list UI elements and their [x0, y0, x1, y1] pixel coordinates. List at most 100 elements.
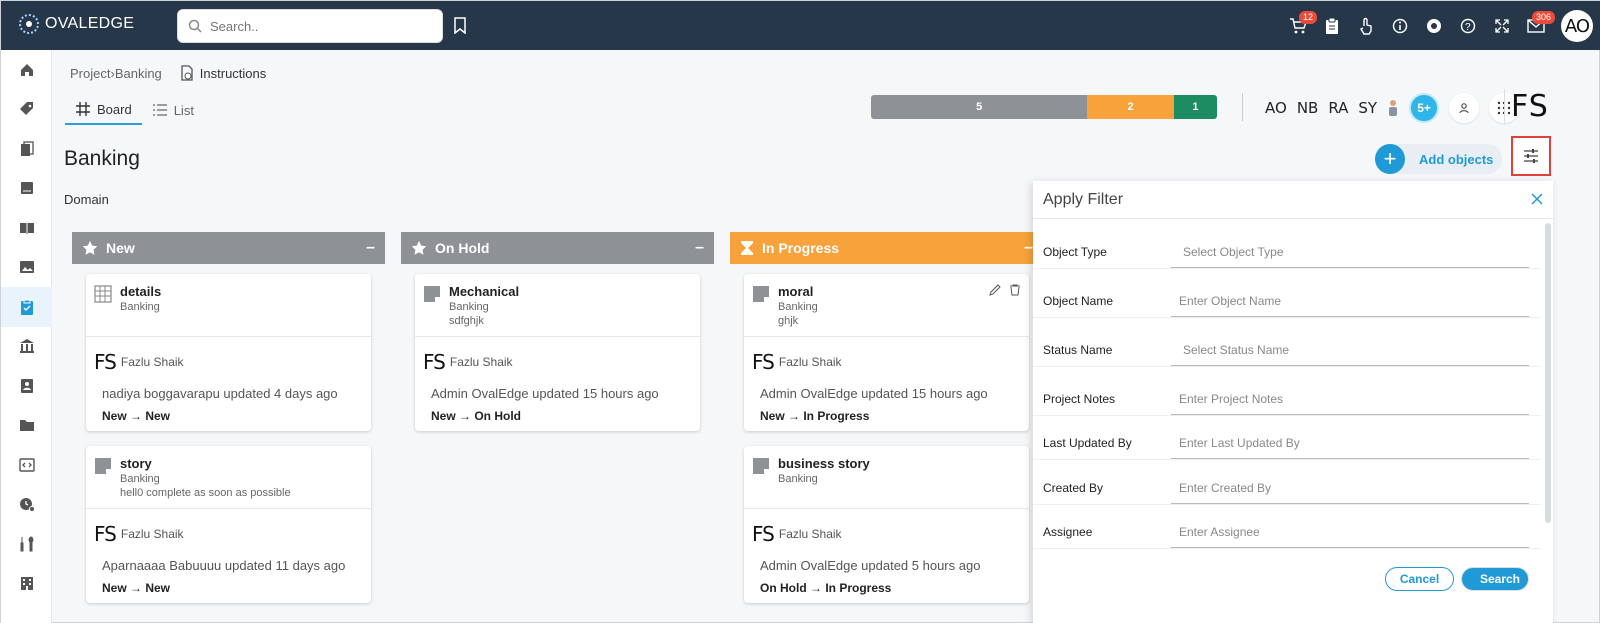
progress-segment-done[interactable]: 1	[1173, 95, 1217, 119]
global-search[interactable]	[177, 9, 443, 43]
instructions-link[interactable]: Instructions	[180, 65, 266, 81]
person-icon[interactable]	[1387, 99, 1399, 117]
tag-icon	[19, 102, 33, 116]
column-header: In Progress –	[730, 232, 1043, 264]
sidebar-item-users[interactable]	[1, 366, 52, 406]
card-title[interactable]: business story	[778, 456, 1029, 471]
chrome-button[interactable]	[1417, 9, 1451, 43]
sidebar-item-files[interactable]	[1, 406, 52, 446]
filter-toggle-button[interactable]	[1511, 136, 1551, 176]
sidebar-item-dashboards[interactable]	[1, 248, 52, 288]
board-card[interactable]: details Banking FS Fazlu Shaik nadiya bo…	[86, 274, 371, 431]
breadcrumb-current[interactable]: Banking	[115, 66, 162, 81]
collapse-column-button[interactable]: –	[695, 239, 704, 257]
cancel-button[interactable]: Cancel	[1385, 567, 1454, 591]
assignee-avatar: FS	[752, 522, 775, 546]
card-description: ghjk	[778, 315, 799, 327]
assignee-name: Fazlu Shaik	[449, 355, 513, 369]
hand-button[interactable]	[1349, 9, 1383, 43]
breadcrumb: Project › Banking Instructions	[70, 65, 266, 81]
chrome-icon	[1427, 19, 1441, 33]
board-column-on-hold: On Hold – Mechanical Banking sdfghjk FS …	[401, 232, 714, 623]
sidebar-item-governance[interactable]	[1, 327, 52, 367]
board-card[interactable]: Mechanical Banking sdfghjk FS Fazlu Shai…	[415, 274, 700, 431]
board-card[interactable]: business story Banking FS Fazlu Shaik Ad…	[744, 446, 1029, 603]
assign-user-button[interactable]	[1449, 93, 1480, 123]
last-updated-by-input[interactable]: Enter Last Updated By	[1171, 427, 1529, 459]
tab-list[interactable]: List	[142, 95, 204, 125]
add-objects-label: Add objects	[1419, 151, 1494, 167]
status-name-select[interactable]: Select Status Name	[1171, 334, 1529, 366]
project-owner-avatar[interactable]: FS	[1504, 89, 1549, 124]
filter-row-object-name: Object Name Enter Object Name	[1033, 285, 1541, 318]
assignee-input[interactable]: Enter Assignee	[1171, 516, 1529, 548]
more-members-button[interactable]: 5+	[1409, 93, 1440, 123]
user-avatar[interactable]: AO	[1561, 10, 1593, 42]
progress-segment-new[interactable]: 5	[871, 95, 1088, 119]
column-title: On Hold	[435, 240, 490, 256]
sidebar-item-glossary[interactable]	[1, 208, 52, 248]
fullscreen-button[interactable]	[1485, 9, 1519, 43]
sidebar-item-code[interactable]	[1, 445, 52, 485]
breadcrumb-root[interactable]: Project	[70, 66, 110, 81]
cart-button[interactable]: 12	[1281, 9, 1317, 43]
hash-icon	[76, 102, 90, 116]
expand-icon	[1495, 19, 1509, 33]
card-transition: New → On Hold	[431, 409, 521, 423]
page-title: Banking	[64, 147, 140, 170]
trash-icon[interactable]	[1009, 284, 1021, 296]
sidebar-item-documents[interactable]	[1, 129, 52, 169]
top-bar: OVALEDGE 12 ? 306 AO	[1, 1, 1600, 50]
card-title[interactable]: details	[120, 284, 371, 299]
project-notes-input[interactable]: Enter Project Notes	[1171, 383, 1529, 415]
board-card[interactable]: story Banking hell0 complete as soon as …	[86, 446, 371, 603]
sidebar	[1, 50, 52, 623]
collapse-column-button[interactable]: –	[366, 239, 375, 257]
app-logo[interactable]: OVALEDGE	[19, 14, 134, 34]
sidebar-item-home[interactable]	[1, 50, 52, 90]
member-avatar[interactable]: AO	[1265, 99, 1287, 117]
sidebar-item-admin[interactable]	[1, 564, 52, 604]
member-avatar[interactable]: RA	[1328, 99, 1348, 117]
clipboard-button[interactable]	[1315, 9, 1349, 43]
card-title[interactable]: story	[120, 456, 371, 471]
notifications-button[interactable]: 306	[1519, 9, 1555, 43]
search-input[interactable]	[210, 18, 430, 34]
filter-label: Object Name	[1043, 294, 1114, 308]
assignee-name: Fazlu Shaik	[120, 355, 184, 369]
sidebar-item-projects[interactable]	[1, 287, 52, 327]
sidebar-item-tags[interactable]	[1, 90, 52, 130]
documents-icon	[20, 141, 34, 156]
tab-board-label: Board	[97, 101, 132, 117]
card-assignee: FS Fazlu Shaik	[423, 350, 690, 374]
bookmark-icon[interactable]	[453, 17, 467, 34]
star-icon	[82, 241, 98, 255]
object-type-select[interactable]: Select Object Type	[1171, 236, 1529, 268]
filter-scrollbar[interactable]	[1545, 223, 1551, 523]
board-card[interactable]: moral Banking ghjk FS Fazlu Shaik Admin …	[744, 274, 1029, 431]
close-icon	[1531, 193, 1543, 205]
column-title: In Progress	[762, 240, 840, 256]
progress-segment-in-progress[interactable]: 2	[1087, 95, 1174, 119]
object-name-input[interactable]: Enter Object Name	[1171, 285, 1529, 317]
edit-pencil-icon[interactable]	[989, 284, 1001, 296]
help-button[interactable]: ?	[1451, 9, 1485, 43]
collapse-column-button[interactable]: –	[1024, 239, 1033, 257]
member-avatar[interactable]: SY	[1358, 99, 1377, 117]
card-updated: Admin OvalEdge updated 15 hours ago	[760, 386, 988, 401]
card-title[interactable]: Mechanical	[449, 284, 700, 299]
sidebar-item-jobs[interactable]	[1, 485, 52, 525]
close-filter-button[interactable]	[1531, 189, 1543, 210]
contact-icon	[20, 378, 33, 393]
created-by-input[interactable]: Enter Created By	[1171, 472, 1529, 504]
add-objects-button[interactable]: + Add objects	[1375, 144, 1502, 174]
sidebar-item-book[interactable]	[1, 169, 52, 209]
logo-icon	[19, 14, 39, 34]
tab-board[interactable]: Board	[65, 95, 142, 125]
search-button[interactable]: Search	[1461, 567, 1529, 591]
sidebar-item-tools[interactable]	[1, 524, 52, 564]
hourglass-icon	[741, 241, 753, 255]
member-avatar[interactable]: NB	[1297, 99, 1319, 117]
assignee-name: Fazlu Shaik	[120, 527, 184, 541]
info-button[interactable]	[1383, 9, 1417, 43]
